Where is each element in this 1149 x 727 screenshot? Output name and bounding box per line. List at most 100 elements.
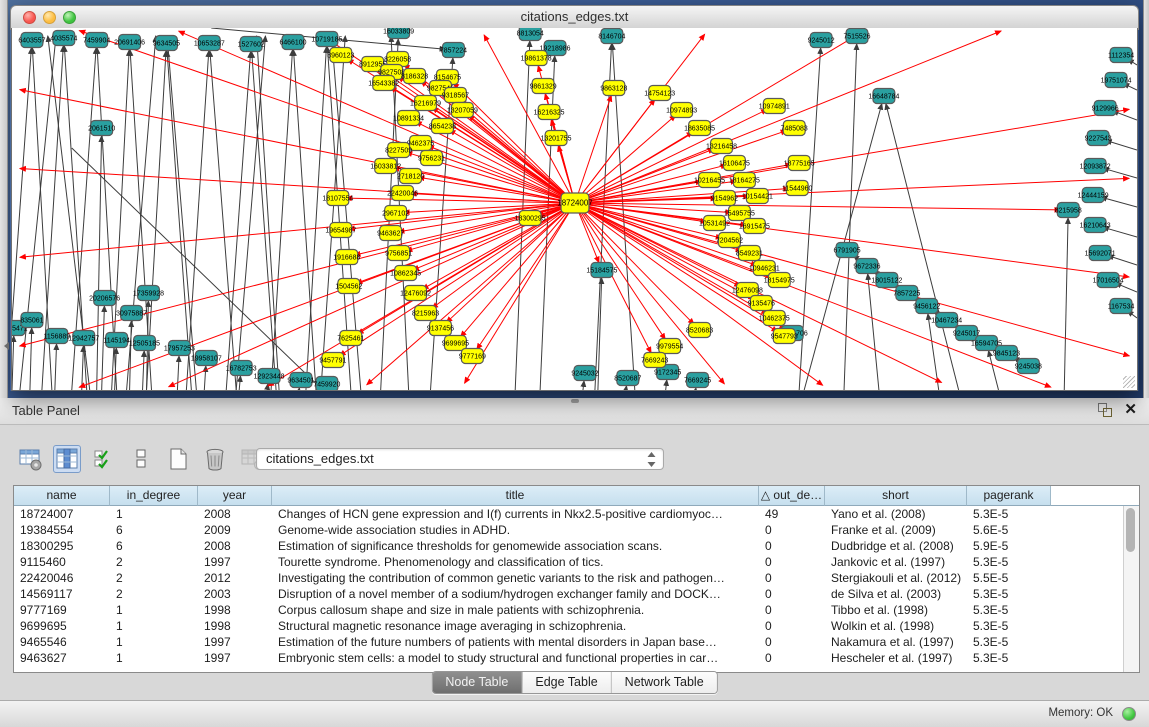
tab-node-table[interactable]: Node Table <box>432 672 521 693</box>
table-row[interactable]: 911546021997Tourette syndrome. Phenomeno… <box>14 554 1139 570</box>
graph-node[interactable]: 7669245 <box>684 373 711 388</box>
graph-node[interactable]: 9227543 <box>1085 131 1112 146</box>
graph-node[interactable]: 22420046 <box>387 186 418 201</box>
graph-node[interactable]: 18775165 <box>784 156 815 171</box>
graph-node[interactable]: 1916688 <box>333 250 360 265</box>
graph-node[interactable]: 7515526 <box>843 29 870 44</box>
graph-node[interactable]: 9863128 <box>600 81 627 96</box>
column-header[interactable]: △ out_de… <box>759 486 825 506</box>
graph-node[interactable]: 10891334 <box>393 111 424 126</box>
graph-node[interactable]: 18300295 <box>515 211 546 226</box>
graph-node[interactable]: 8227509 <box>385 143 412 158</box>
close-window-button[interactable] <box>23 11 36 24</box>
graph-node[interactable]: 16648784 <box>868 89 899 104</box>
graph-node[interactable]: 7857225 <box>893 286 920 301</box>
graph-node[interactable]: 30975887 <box>116 306 147 321</box>
graph-node[interactable]: 16543382 <box>368 76 399 91</box>
graph-node[interactable]: 17957253 <box>164 341 195 356</box>
graph-node[interactable]: 10862345 <box>390 266 421 281</box>
table-row[interactable]: 1830029562008Estimation of significance … <box>14 538 1139 554</box>
graph-node[interactable]: 18107554 <box>322 191 353 206</box>
graph-node[interactable]: 9979554 <box>656 339 683 354</box>
graph-node[interactable]: 10531492 <box>699 216 730 231</box>
graph-node[interactable]: 9672336 <box>853 259 880 274</box>
graph-node[interactable]: 8215958 <box>1055 203 1082 218</box>
graph-node[interactable]: 13216458 <box>706 139 737 154</box>
graph-node[interactable]: 10467234 <box>931 313 962 328</box>
graph-node[interactable]: 10719185 <box>311 32 342 47</box>
merge-rows-icon[interactable] <box>127 445 155 473</box>
delete-icon[interactable] <box>201 445 229 473</box>
graph-node[interactable]: 7459904 <box>83 33 110 48</box>
graph-node[interactable]: 12476092 <box>400 286 431 301</box>
graph-node[interactable]: 19751074 <box>1101 73 1132 88</box>
graph-node[interactable]: 7204562 <box>716 233 743 248</box>
zoom-window-button[interactable] <box>63 11 76 24</box>
network-window-titlebar[interactable]: citations_edges.txt <box>10 5 1139 30</box>
graph-node[interactable]: 1145194 <box>103 333 130 348</box>
select-rows-icon[interactable] <box>90 445 118 473</box>
close-panel-icon[interactable]: ✕ <box>1124 403 1137 417</box>
graph-node[interactable]: 10974891 <box>759 99 790 114</box>
tab-edge-table[interactable]: Edge Table <box>521 672 610 693</box>
graph-node[interactable]: 9547793 <box>771 329 798 344</box>
graph-node[interactable]: 11544960 <box>782 181 813 196</box>
graph-node[interactable]: 9861329 <box>530 79 557 94</box>
column-header[interactable]: short <box>825 486 967 506</box>
resize-grip[interactable] <box>1123 376 1135 388</box>
graph-node[interactable]: 16033809 <box>383 28 414 39</box>
minimize-window-button[interactable] <box>43 11 56 24</box>
scrollbar-thumb[interactable] <box>1126 508 1135 552</box>
graph-node[interactable]: 14754123 <box>644 86 675 101</box>
graph-node[interactable]: 9634501 <box>287 373 314 388</box>
graph-node[interactable]: 1167534 <box>1108 299 1135 314</box>
graph-node[interactable]: 17359928 <box>133 286 164 301</box>
graph-node[interactable]: 9456122 <box>913 299 940 314</box>
graph-node[interactable]: 8549231 <box>736 246 763 261</box>
graph-node[interactable]: 12444159 <box>1078 188 1109 203</box>
graph-node[interactable]: 1504562 <box>335 279 362 294</box>
graph-node[interactable]: 17016504 <box>1093 273 1124 288</box>
column-header[interactable]: in_degree <box>110 486 198 506</box>
graph-node[interactable]: 7625461 <box>337 331 364 346</box>
column-header[interactable]: name <box>14 486 110 506</box>
graph-node[interactable]: 9245032 <box>571 366 598 381</box>
graph-node[interactable]: 20206576 <box>89 291 120 306</box>
graph-node[interactable]: 16216325 <box>534 105 565 120</box>
graph-node[interactable]: 12505185 <box>129 336 160 351</box>
table-row[interactable]: 946362711997Embryonic stem cells: a mode… <box>14 650 1139 666</box>
table-row[interactable]: 1938455462009Genome-wide association stu… <box>14 522 1139 538</box>
graph-node[interactable]: 2061510 <box>88 121 115 136</box>
graph-node[interactable]: 2718120 <box>397 169 424 184</box>
graph-node[interactable]: 9756231 <box>418 151 445 166</box>
column-header[interactable]: pagerank <box>967 486 1051 506</box>
graph-node[interactable]: 12923448 <box>254 369 285 384</box>
graph-node[interactable]: 7485083 <box>781 121 808 136</box>
graph-node[interactable]: 15184575 <box>586 263 617 278</box>
graph-node[interactable]: 9756851 <box>385 246 412 261</box>
graph-node[interactable]: 9245012 <box>808 33 835 48</box>
graph-node[interactable]: 16915475 <box>739 219 770 234</box>
graph-node[interactable]: 12942757 <box>68 331 99 346</box>
graph-node[interactable]: 8960123 <box>327 48 354 63</box>
graph-node[interactable]: 12093872 <box>1080 159 1111 174</box>
right-panel-splitter[interactable] <box>1143 0 1149 398</box>
left-panel-splitter[interactable] <box>0 0 8 398</box>
column-header[interactable]: title <box>272 486 759 506</box>
table-row[interactable]: 2242004622012Investigating the contribut… <box>14 570 1139 586</box>
graph-node[interactable]: 8186328 <box>401 69 428 84</box>
graph-node[interactable]: 9154962 <box>711 191 738 206</box>
graph-node[interactable]: 9129966 <box>1092 101 1119 116</box>
graph-node[interactable]: 16033812 <box>370 159 401 174</box>
graph-node[interactable]: 16210643 <box>1080 218 1111 233</box>
graph-node[interactable]: 1156889 <box>44 329 71 344</box>
graph-node[interactable]: 9634505 <box>153 36 180 51</box>
graph-node[interactable]: 13201755 <box>541 131 572 146</box>
graph-node[interactable]: 16782753 <box>226 361 257 376</box>
graph-node[interactable]: 9245038 <box>1015 359 1042 374</box>
table-selector-dropdown[interactable]: citations_edges.txt <box>256 448 664 470</box>
graph-node[interactable]: 15692071 <box>1085 246 1116 261</box>
table-row[interactable]: 946554611997Estimation of the future num… <box>14 634 1139 650</box>
graph-node[interactable]: 4035574 <box>50 31 77 46</box>
graph-node[interactable]: 8146704 <box>598 29 625 44</box>
